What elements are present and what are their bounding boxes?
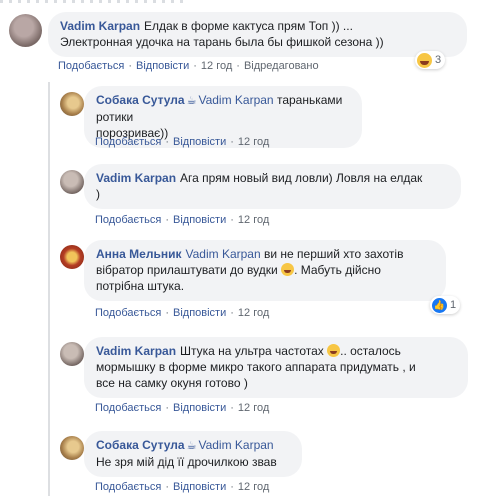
comment-author[interactable]: Vadim Karpan bbox=[96, 344, 176, 358]
comment-actions: Подобається · Відповісти · 12 год bbox=[95, 402, 270, 414]
reaction-summary[interactable]: 3 bbox=[415, 51, 446, 69]
like-link[interactable]: Подобається bbox=[95, 307, 161, 319]
avatar[interactable] bbox=[9, 14, 42, 47]
reply-thread-line bbox=[48, 82, 50, 496]
timestamp[interactable]: 12 год bbox=[238, 307, 269, 319]
reply-link[interactable]: Відповісти bbox=[173, 481, 226, 493]
comment-actions: Подобається · Відповісти · 12 год bbox=[95, 307, 270, 319]
coffee-cup-icon: ☕ bbox=[186, 95, 197, 107]
mention-link[interactable]: Vadim Karpan bbox=[185, 247, 260, 261]
smirk-emoji-icon bbox=[327, 344, 341, 357]
comment-bubble: Vadim Karpan Штука на ультра частотах .. … bbox=[84, 337, 468, 398]
avatar[interactable] bbox=[60, 342, 84, 366]
reaction-summary[interactable]: 👍 1 bbox=[430, 296, 461, 314]
reaction-count: 1 bbox=[450, 299, 457, 311]
like-link[interactable]: Подобається bbox=[95, 214, 161, 226]
comment-author[interactable]: Собака Сутула bbox=[96, 438, 185, 452]
like-icon: 👍 bbox=[432, 297, 447, 313]
comment-author[interactable]: Анна Мельник bbox=[96, 247, 181, 261]
haha-emoji-icon bbox=[417, 52, 432, 68]
like-link[interactable]: Подобається bbox=[58, 60, 124, 72]
coffee-cup-icon: ☕ bbox=[186, 440, 197, 452]
comment-author[interactable]: Vadim Karpan bbox=[60, 19, 140, 33]
mention-link[interactable]: Vadim Karpan bbox=[198, 438, 273, 452]
avatar[interactable] bbox=[60, 170, 84, 194]
comment-text: Не зря мій дід її дрочилкою звав bbox=[96, 455, 277, 469]
comment-text: Электронная удочка на тарань была бы фиш… bbox=[60, 35, 384, 49]
timestamp[interactable]: 12 год bbox=[238, 481, 269, 493]
like-link[interactable]: Подобається bbox=[95, 481, 161, 493]
comment-text: вібратор прилаштувати до вудки bbox=[96, 263, 278, 277]
comment-bubble: Vadim Karpan Ага прям новый вид ловли) Ло… bbox=[84, 164, 461, 209]
mention-link[interactable]: Vadim Karpan bbox=[198, 93, 273, 107]
comment-text: Ага прям новый вид ловли) Ловля на елдак bbox=[180, 171, 423, 185]
timestamp[interactable]: 12 год bbox=[238, 214, 269, 226]
avatar[interactable] bbox=[60, 92, 84, 116]
comment-text: потрібна штука. bbox=[96, 279, 185, 293]
timestamp[interactable]: 12 год bbox=[201, 60, 232, 72]
reply-link[interactable]: Відповісти bbox=[136, 60, 189, 72]
timestamp[interactable]: 12 год bbox=[238, 136, 269, 148]
reply-link[interactable]: Відповісти bbox=[173, 136, 226, 148]
edited-label[interactable]: Відредаговано bbox=[244, 60, 319, 72]
comment-text: Елдак в форме кактуса прям Топ )) ... bbox=[144, 19, 353, 33]
comment-text: ви не перший хто захотів bbox=[263, 247, 404, 261]
reply-link[interactable]: Відповісти bbox=[173, 307, 226, 319]
comment-author[interactable]: Собака Сутула bbox=[96, 93, 185, 107]
comment-text: ) bbox=[96, 187, 100, 201]
comment-text: мормышку в форме микро такого аппарата п… bbox=[96, 360, 416, 374]
top-divider bbox=[0, 0, 200, 3]
comment-text: . Мабуть дійсно bbox=[294, 263, 381, 277]
comment-bubble: Анна Мельник Vadim Karpan ви не перший хт… bbox=[84, 240, 446, 301]
reply-link[interactable]: Відповісти bbox=[173, 402, 226, 414]
like-link[interactable]: Подобається bbox=[95, 136, 161, 148]
comment-text: .. осталось bbox=[340, 344, 401, 358]
comment-actions: Подобається · Відповісти · 12 год bbox=[95, 214, 270, 226]
reaction-count: 3 bbox=[435, 54, 442, 66]
comment-author[interactable]: Vadim Karpan bbox=[96, 171, 176, 185]
comment-actions: Подобається · Відповісти · 12 год · Відредагов… bbox=[58, 60, 319, 72]
reply-link[interactable]: Відповісти bbox=[173, 214, 226, 226]
comment-bubble: Vadim Karpan Елдак в форме кактуса прям Т… bbox=[48, 12, 467, 57]
avatar[interactable] bbox=[60, 436, 84, 460]
comment-actions: Подобається · Відповісти · 12 год bbox=[95, 136, 270, 148]
comment-actions: Подобається · Відповісти · 12 год bbox=[95, 481, 270, 493]
laughing-emoji-icon bbox=[281, 263, 295, 276]
comment-text: все на самку окуня готово ) bbox=[96, 376, 248, 390]
like-link[interactable]: Подобається bbox=[95, 402, 161, 414]
comment-bubble: Собака Сутула ☕ Vadim Karpan Не зря мій ді… bbox=[84, 431, 302, 477]
timestamp[interactable]: 12 год bbox=[238, 402, 269, 414]
avatar[interactable] bbox=[60, 245, 84, 269]
comment-text: Штука на ультра частотах bbox=[180, 344, 324, 358]
